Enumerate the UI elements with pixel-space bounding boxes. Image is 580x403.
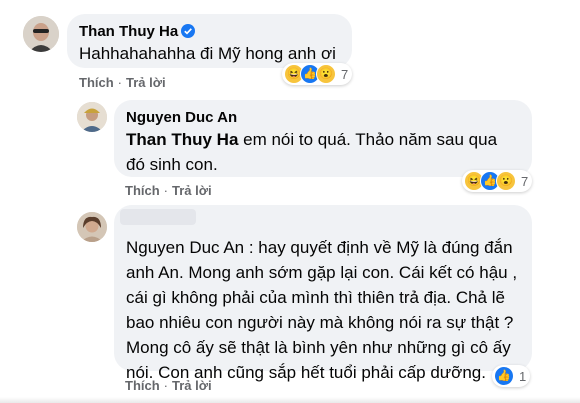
reply-action[interactable]: Trả lời: [172, 183, 212, 198]
like-action[interactable]: Thích: [125, 183, 160, 198]
bottom-edge-shadow: [0, 397, 580, 403]
comment-bubble: Nguyen Duc An Than Thuy Ha em nói to quá…: [114, 100, 532, 177]
reaction-count: 1: [519, 368, 527, 384]
avatar-photo: [77, 212, 107, 242]
blurred-author-name: [120, 209, 196, 225]
avatar[interactable]: [77, 102, 107, 132]
comment-author[interactable]: Nguyen Duc An: [126, 108, 520, 127]
comment-bubble: Than Thuy Ha Hahhahahahha đi Mỹ hong anh…: [67, 14, 352, 68]
like-action[interactable]: Thích: [79, 75, 114, 90]
avatar-photo: [23, 16, 59, 52]
verified-badge-icon: [181, 24, 196, 38]
avatar[interactable]: [23, 16, 59, 52]
mention-link[interactable]: Than Thuy Ha: [126, 130, 238, 149]
avatar[interactable]: [77, 212, 107, 242]
reaction-summary[interactable]: 😆 👍 😮 7: [462, 170, 533, 192]
comment-author[interactable]: Than Thuy Ha: [79, 23, 178, 40]
reaction-summary[interactable]: 👍 1: [492, 365, 531, 387]
wow-icon: 😮: [316, 64, 336, 84]
comment-actions: Thích · Trả lời: [125, 183, 212, 198]
avatar-photo: [77, 102, 107, 132]
reaction-count: 7: [341, 66, 349, 82]
wow-icon: 😮: [496, 171, 516, 191]
reaction-count: 7: [521, 173, 529, 189]
comment-text: Than Thuy Ha em nói to quá. Thảo năm sau…: [126, 127, 520, 177]
like-action[interactable]: Thích: [125, 378, 160, 393]
comment-bubble: Nguyen Duc An : hay quyết định về Mỹ là …: [114, 205, 532, 382]
comment-text: Nguyen Duc An : hay quyết định về Mỹ là …: [126, 238, 518, 382]
reply-action[interactable]: Trả lời: [172, 378, 212, 393]
like-icon: 👍: [494, 366, 514, 386]
reply-action[interactable]: Trả lời: [126, 75, 166, 90]
reaction-summary[interactable]: 😆 👍 😮 7: [282, 63, 353, 85]
comment-actions: Thích · Trả lời: [79, 75, 166, 90]
comment-actions: Thích · Trả lời: [125, 378, 212, 393]
